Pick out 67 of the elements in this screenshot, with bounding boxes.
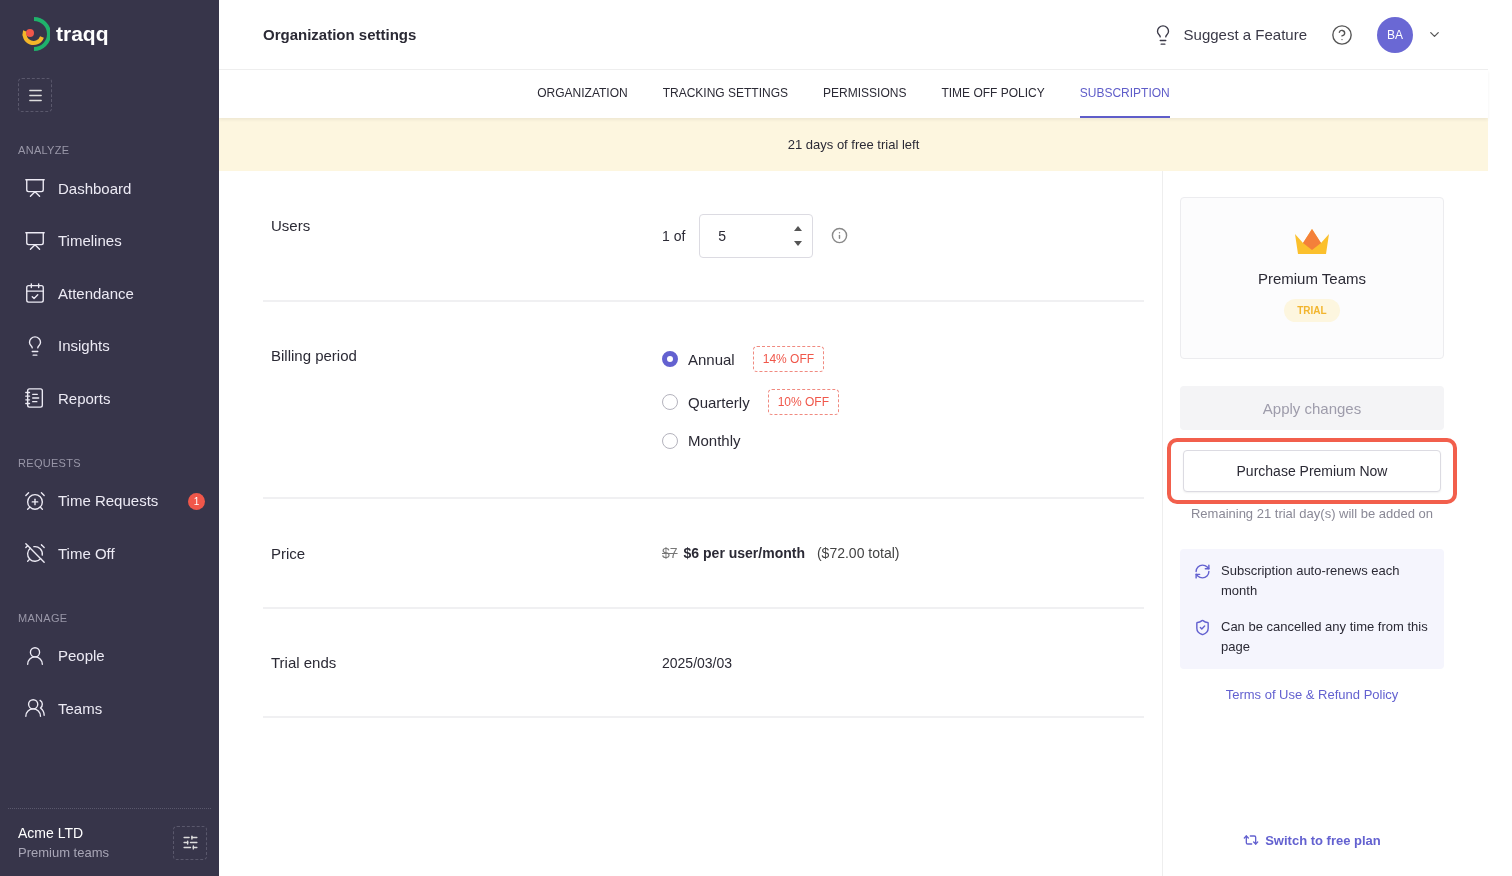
menu-button[interactable] (18, 78, 52, 112)
remaining-trial-note: Remaining 21 trial day(s) will be added on (1189, 506, 1435, 521)
logo-icon (20, 17, 50, 51)
count-badge: 1 (188, 492, 205, 510)
settings-tab[interactable]: PERMISSIONS (823, 70, 907, 118)
calendar-check-icon (24, 282, 46, 305)
info-text: Can be cancelled any time from this page (1221, 618, 1429, 656)
radio-button[interactable] (662, 351, 678, 367)
price-total: ($72.00 total) (816, 545, 900, 561)
terms-link[interactable]: Terms of Use & Refund Policy (1180, 687, 1444, 702)
shield-icon (1194, 619, 1211, 636)
organization-name: Acme LTD (18, 825, 85, 841)
field-label: Price (271, 544, 307, 562)
settings-button[interactable] (173, 825, 207, 860)
clock-off-icon (24, 542, 46, 565)
plan-name: Premium Teams (1257, 270, 1367, 287)
billing-option-label: Monthly (688, 432, 741, 449)
settings-tab[interactable]: TRACKING SETTINGS (662, 70, 789, 118)
users-prefix: 1 of (662, 227, 686, 244)
refresh-icon (1194, 563, 1211, 580)
user-avatar[interactable]: BA (1377, 16, 1413, 53)
sidebar-item[interactable]: Time Off (0, 527, 219, 580)
sidebar-item[interactable]: Dashboard (0, 162, 219, 215)
discount-tag: 14% OFF (752, 346, 825, 372)
section-heading: ANALYZE (17, 144, 71, 156)
people-icon (24, 697, 46, 720)
trial-badge: TRIAL (1284, 299, 1340, 322)
person-icon (24, 644, 46, 667)
settings-tab[interactable]: TIME OFF POLICY (941, 70, 1045, 118)
field-label: Trial ends (271, 654, 338, 671)
sidebar-item[interactable]: Reports (0, 372, 219, 425)
switch-plan-link[interactable]: Switch to free plan (1243, 832, 1381, 848)
field-label: Billing period (271, 347, 358, 366)
old-price: $7 (662, 545, 678, 561)
settings-icon (181, 834, 199, 851)
document-icon (24, 387, 46, 410)
page-title: Organization settings (263, 26, 417, 43)
billing-option-label: Annual (688, 350, 735, 368)
current-price: $6 per user/month (683, 545, 805, 561)
settings-tab[interactable]: ORGANIZATION (537, 70, 628, 118)
section-heading: MANAGE (17, 611, 69, 624)
switch-icon (1243, 832, 1260, 848)
sidebar-item[interactable]: People (0, 629, 219, 682)
info-text: Subscription auto-renews each month (1221, 562, 1401, 600)
organization-plan: Premium teams (18, 845, 110, 860)
sidebar-item[interactable]: Teams (0, 682, 219, 735)
radio-button[interactable] (662, 432, 678, 449)
sidebar-item[interactable]: Attendance (0, 267, 219, 320)
purchase-button[interactable]: Purchase Premium Now (1183, 450, 1441, 492)
sidebar-item[interactable]: Timelines (0, 214, 219, 267)
section-heading: REQUESTS (17, 456, 82, 469)
field-label: Users (271, 217, 312, 234)
suggest-feature-link[interactable]: Suggest a Feature (1151, 23, 1307, 46)
users-number-field[interactable]: 5 (699, 213, 814, 258)
sidebar-item[interactable]: Insights (0, 319, 219, 372)
info-icon[interactable] (831, 227, 849, 244)
sidebar-item[interactable]: Time Requests 1 (0, 474, 219, 527)
billing-option-label: Quarterly (688, 393, 750, 411)
radio-button[interactable] (662, 394, 678, 410)
discount-tag: 10% OFF (767, 389, 840, 415)
logo-text: traqq (56, 22, 109, 46)
spinner-arrows-icon (794, 224, 803, 247)
crown-icon (1294, 228, 1330, 256)
help-icon[interactable] (1331, 23, 1353, 46)
trial-banner-text: 21 days of free trial left (787, 137, 920, 152)
trial-end-date: 2025/03/03 (662, 654, 733, 671)
clock-plus-icon (24, 489, 46, 512)
